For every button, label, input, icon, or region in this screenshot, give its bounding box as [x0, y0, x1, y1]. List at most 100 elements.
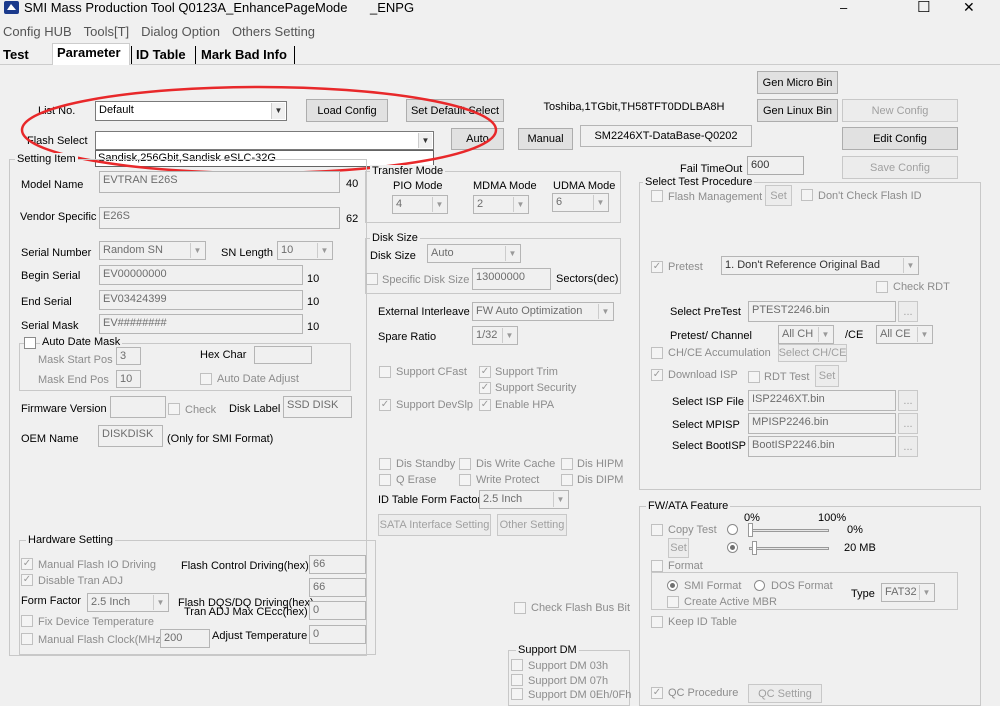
auto-date-adjust-checkbox[interactable]	[200, 373, 212, 385]
qc-setting-button[interactable]: QC Setting	[748, 684, 822, 703]
pretest-select[interactable]: 1. Don't Reference Original Bad ▼	[721, 256, 919, 275]
select-isp-file-input[interactable]: ISP2246XT.bin	[748, 390, 896, 411]
support-security-checkbox[interactable]: ✓	[479, 382, 491, 394]
disk-size-select[interactable]: Auto ▼	[427, 244, 521, 263]
end-serial-input[interactable]: EV03424399	[99, 290, 303, 310]
adjust-temperature-input[interactable]: 0	[309, 625, 366, 644]
support-dm-0eh-checkbox[interactable]	[511, 688, 523, 700]
copy-test-mb-radio[interactable]	[727, 542, 738, 553]
vendor-specific-label: Vendor Specific	[20, 211, 97, 223]
pio-mode-select[interactable]: 4 ▼	[392, 195, 448, 214]
mdma-mode-label: MDMA Mode	[473, 180, 537, 192]
support-dm-03h-checkbox[interactable]	[511, 659, 523, 671]
enable-hpa-checkbox[interactable]: ✓	[479, 399, 491, 411]
type-select[interactable]: FAT32 ▼	[881, 583, 935, 602]
begin-serial-input[interactable]: EV00000000	[99, 265, 303, 285]
copy-test-checkbox[interactable]	[651, 524, 663, 536]
rdt-test-set-button[interactable]: Set	[815, 365, 839, 387]
sata-interface-setting-button[interactable]: SATA Interface Setting	[378, 514, 491, 536]
manual-flash-io-checkbox[interactable]: ✓	[21, 558, 33, 570]
check-rdt-checkbox[interactable]	[876, 281, 888, 293]
percent-slider-track[interactable]	[749, 529, 829, 532]
hex-char-input[interactable]	[254, 346, 312, 364]
select-bootisp-input[interactable]: BootISP2246.bin	[748, 436, 896, 457]
dis-dipm-checkbox[interactable]	[561, 474, 573, 486]
flash-dqs-driving-input[interactable]: 66	[309, 578, 366, 597]
form-factor-select[interactable]: 2.5 Inch ▼	[87, 593, 169, 612]
serial-mask-input[interactable]: EV########	[99, 314, 303, 334]
ch-ce-accumulation-checkbox[interactable]	[651, 347, 663, 359]
select-bootisp-browse-button[interactable]: ...	[898, 436, 918, 457]
qc-procedure-checkbox[interactable]: ✓	[651, 687, 663, 699]
dis-write-cache-label: Dis Write Cache	[476, 458, 556, 470]
mb-slider-track[interactable]	[749, 547, 829, 550]
write-protect-checkbox[interactable]	[459, 474, 471, 486]
select-mpisp-browse-button[interactable]: ...	[898, 413, 918, 434]
support-trim-checkbox[interactable]: ✓	[479, 366, 491, 378]
support-devslp-checkbox[interactable]: ✓	[379, 399, 391, 411]
dont-check-flash-id-checkbox[interactable]	[801, 189, 813, 201]
percent-value: 0%	[847, 524, 863, 536]
format-checkbox[interactable]	[651, 560, 663, 572]
other-setting-button[interactable]: Other Setting	[497, 514, 567, 536]
external-interleave-select[interactable]: FW Auto Optimization ▼	[472, 302, 614, 321]
mask-end-pos-input[interactable]: 10	[116, 370, 141, 388]
flash-management-checkbox[interactable]	[651, 190, 663, 202]
support-cfast-checkbox[interactable]	[379, 366, 391, 378]
test-procedure-title: Select Test Procedure	[643, 176, 755, 189]
id-table-form-factor-label: ID Table Form Factor	[378, 494, 482, 506]
rdt-test-checkbox[interactable]	[748, 371, 760, 383]
all-ch-select[interactable]: All CH ▼	[778, 325, 834, 344]
check-flash-bus-bit-checkbox[interactable]	[514, 602, 526, 614]
end-serial-label: End Serial	[21, 296, 72, 308]
smi-format-radio[interactable]	[667, 580, 678, 591]
flash-management-set-button[interactable]: Set	[765, 185, 792, 206]
serial-number-select[interactable]: Random SN ▼	[99, 241, 206, 260]
copy-test-percent-radio[interactable]	[727, 524, 738, 535]
manual-flash-clock-checkbox[interactable]	[21, 633, 33, 645]
vendor-specific-input[interactable]: E26S	[99, 207, 340, 229]
q-erase-checkbox[interactable]	[379, 474, 391, 486]
manual-flash-clock-input[interactable]: 200	[160, 629, 210, 648]
spare-ratio-select[interactable]: 1/32 ▼	[472, 326, 518, 345]
disk-label-input[interactable]: SSD DISK	[283, 396, 352, 418]
tran-adj-cecc-input[interactable]: 0	[309, 601, 366, 620]
pretest-checkbox[interactable]: ✓	[651, 261, 663, 273]
disk-label-label: Disk Label	[229, 403, 281, 415]
select-isp-file-browse-button[interactable]: ...	[898, 390, 918, 411]
chevron-down-icon: ▼	[917, 327, 931, 342]
select-pretest-browse-button[interactable]: ...	[898, 301, 918, 322]
sn-length-select[interactable]: 10 ▼	[277, 241, 333, 260]
auto-date-mask-checkbox[interactable]	[24, 337, 36, 349]
disable-tran-adj-checkbox[interactable]: ✓	[21, 574, 33, 586]
firmware-version-input[interactable]	[110, 396, 166, 418]
select-pretest-input[interactable]: PTEST2246.bin	[748, 301, 896, 322]
dis-write-cache-checkbox[interactable]	[459, 458, 471, 470]
select-ch-ce-button[interactable]: Select CH/CE	[778, 344, 847, 362]
select-mpisp-input[interactable]: MPISP2246.bin	[748, 413, 896, 434]
dis-standby-checkbox[interactable]	[379, 458, 391, 470]
model-name-input[interactable]: EVTRAN E26S	[99, 171, 340, 193]
percent-slider-thumb[interactable]	[748, 523, 753, 537]
support-dm-07h-checkbox[interactable]	[511, 674, 523, 686]
flash-control-driving-input[interactable]: 66	[309, 555, 366, 574]
udma-mode-select[interactable]: 6 ▼	[552, 193, 609, 212]
oem-name-input[interactable]: DISKDISK	[98, 425, 163, 447]
create-active-mbr-checkbox[interactable]	[667, 596, 679, 608]
mb-slider-thumb[interactable]	[752, 541, 757, 555]
mask-start-pos-input[interactable]: 3	[116, 347, 141, 365]
dis-hipm-checkbox[interactable]	[561, 458, 573, 470]
copy-test-set-button[interactable]: Set	[668, 538, 689, 558]
check-rdt-label: Check RDT	[893, 281, 950, 293]
id-table-form-factor-select[interactable]: 2.5 Inch ▼	[479, 490, 569, 509]
all-ce-select[interactable]: All CE ▼	[876, 325, 933, 344]
download-isp-checkbox[interactable]: ✓	[651, 369, 663, 381]
specific-disk-size-checkbox[interactable]	[366, 273, 378, 285]
check-checkbox[interactable]	[168, 403, 180, 415]
specific-disk-size-input[interactable]: 13000000	[472, 268, 551, 290]
fix-device-temperature-checkbox[interactable]	[21, 615, 33, 627]
keep-id-table-checkbox[interactable]	[651, 616, 663, 628]
mdma-mode-select[interactable]: 2 ▼	[473, 195, 529, 214]
dos-format-radio[interactable]	[754, 580, 765, 591]
begin-serial-label: Begin Serial	[21, 270, 81, 282]
